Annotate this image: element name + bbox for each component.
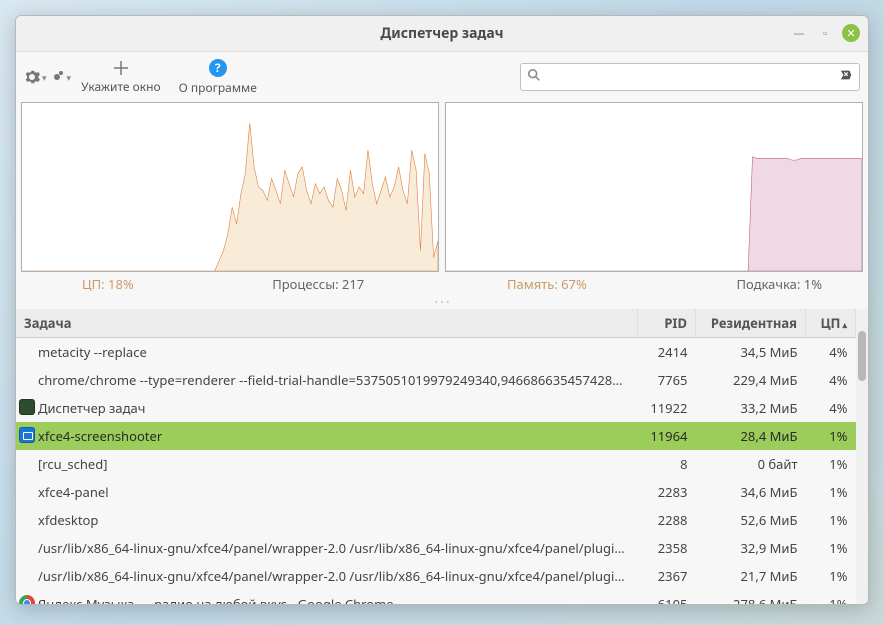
table-row[interactable]: /usr/lib/x86_64-linux-gnu/xfce4/panel/wr… [16,534,856,562]
vertical-scrollbar[interactable] [856,309,868,604]
cell-pid: 2367 [638,562,696,590]
swap-label: Подкачка: 1% [736,275,822,293]
cell-pid: 6105 [638,590,696,604]
graphs-row [16,102,868,272]
cell-cpu: 4% [806,366,856,394]
cell-cpu: 1% [806,450,856,478]
chrome-icon [19,595,35,604]
filter-menu[interactable]: ▾ [49,69,72,85]
memory-graph [445,102,863,272]
table-row[interactable]: xfdesktop228852,6 МиБ1% [16,506,856,534]
cell-task: /usr/lib/x86_64-linux-gnu/xfce4/panel/wr… [16,534,638,562]
cell-mem: 278,6 МиБ [696,590,806,604]
cell-task: xfce4-screenshooter [16,422,638,450]
indicate-window-button[interactable]: Укажите окно [73,56,169,99]
search-box[interactable] [520,63,860,91]
cell-cpu: 1% [806,478,856,506]
process-table-wrap: Задача PID Резидентная ЦП▴ metacity --re… [16,309,868,604]
cell-task: chrome/chrome --type=renderer --field-tr… [16,366,638,394]
cell-cpu: 1% [806,562,856,590]
cell-task: metacity --replace [16,338,638,367]
cell-mem: 28,4 МиБ [696,422,806,450]
cell-pid: 7765 [638,366,696,394]
taskmgr-icon [19,399,35,415]
cell-pid: 2283 [638,478,696,506]
cell-task: Диспетчер задач [16,394,638,422]
help-icon: ? [209,59,227,77]
table-row[interactable]: xfce4-screenshooter1196428,4 МиБ1% [16,422,856,450]
about-button[interactable]: ? О программе [171,55,265,100]
table-row[interactable]: chrome/chrome --type=renderer --field-tr… [16,366,856,394]
cell-pid: 11964 [638,422,696,450]
table-row[interactable]: /usr/lib/x86_64-linux-gnu/xfce4/panel/wr… [16,562,856,590]
chevron-down-icon: ▾ [42,71,47,84]
about-label: О программе [179,79,257,96]
titlebar-controls: — ▫ ✕ [790,24,860,42]
maximize-button[interactable]: ▫ [816,24,834,42]
settings-menu[interactable]: ▾ [24,69,47,85]
cell-pid: 2414 [638,338,696,367]
titlebar[interactable]: Диспетчер задач — ▫ ✕ [16,16,868,52]
cell-pid: 2358 [638,534,696,562]
processes-label: Процессы: 217 [272,275,364,293]
cell-task: Яндекс.Музыка — радио на любой вкус - Go… [16,590,638,604]
cell-pid: 11922 [638,394,696,422]
cell-mem: 34,6 МиБ [696,478,806,506]
cell-mem: 34,5 МиБ [696,338,806,367]
cell-task: xfce4-panel [16,478,638,506]
cpu-label: ЦП: 18% [82,275,134,293]
cell-task: xfdesktop [16,506,638,534]
cell-task: [rcu_sched] [16,450,638,478]
clear-search-icon[interactable] [839,68,853,86]
scrollbar-thumb[interactable] [858,331,866,381]
table-row[interactable]: Яндекс.Музыка — радио на любой вкус - Go… [16,590,856,604]
toolbar: ▾ ▾ Укажите окно ? О программе [16,52,868,102]
minimize-button[interactable]: — [790,24,808,42]
cell-mem: 52,6 МиБ [696,506,806,534]
cell-task: /usr/lib/x86_64-linux-gnu/xfce4/panel/wr… [16,562,638,590]
cell-cpu: 4% [806,338,856,367]
chevron-down-icon: ▾ [67,71,72,84]
screenshot-icon [19,427,35,443]
crosshair-icon [113,60,129,76]
cell-pid: 2288 [638,506,696,534]
column-header-resident[interactable]: Резидентная [696,309,806,338]
table-row[interactable]: [rcu_sched]80 байт1% [16,450,856,478]
column-header-task[interactable]: Задача [16,309,638,338]
cell-cpu: 1% [806,506,856,534]
cell-cpu: 1% [806,422,856,450]
memory-label: Память: 67% [507,275,587,293]
column-header-pid[interactable]: PID [638,309,696,338]
search-input[interactable] [545,70,839,85]
cell-cpu: 4% [806,394,856,422]
close-button[interactable]: ✕ [842,24,860,42]
table-row[interactable]: xfce4-panel228334,6 МиБ1% [16,478,856,506]
app-window: Диспетчер задач — ▫ ✕ ▾ ▾ Укажите окно [15,15,869,605]
table-row[interactable]: metacity --replace241434,5 МиБ4% [16,338,856,367]
window-title: Диспетчер задач [380,24,503,43]
gear-icon [24,69,40,85]
cell-cpu: 1% [806,534,856,562]
column-header-cpu[interactable]: ЦП▴ [806,309,856,338]
cell-pid: 8 [638,450,696,478]
cpu-graph [21,102,439,272]
search-icon [527,68,541,87]
cell-cpu: 1% [806,590,856,604]
indicate-window-label: Укажите окно [81,78,161,95]
table-row[interactable]: Диспетчер задач1192233,2 МиБ4% [16,394,856,422]
cell-mem: 32,9 МиБ [696,534,806,562]
cell-mem: 229,4 МиБ [696,366,806,394]
filter-icon [49,69,65,85]
cell-mem: 33,2 МиБ [696,394,806,422]
pane-resize-handle[interactable]: • • • [16,299,868,309]
sort-asc-icon: ▴ [842,318,847,331]
cell-mem: 21,7 МиБ [696,562,806,590]
cell-mem: 0 байт [696,450,806,478]
process-table: Задача PID Резидентная ЦП▴ metacity --re… [16,309,856,604]
